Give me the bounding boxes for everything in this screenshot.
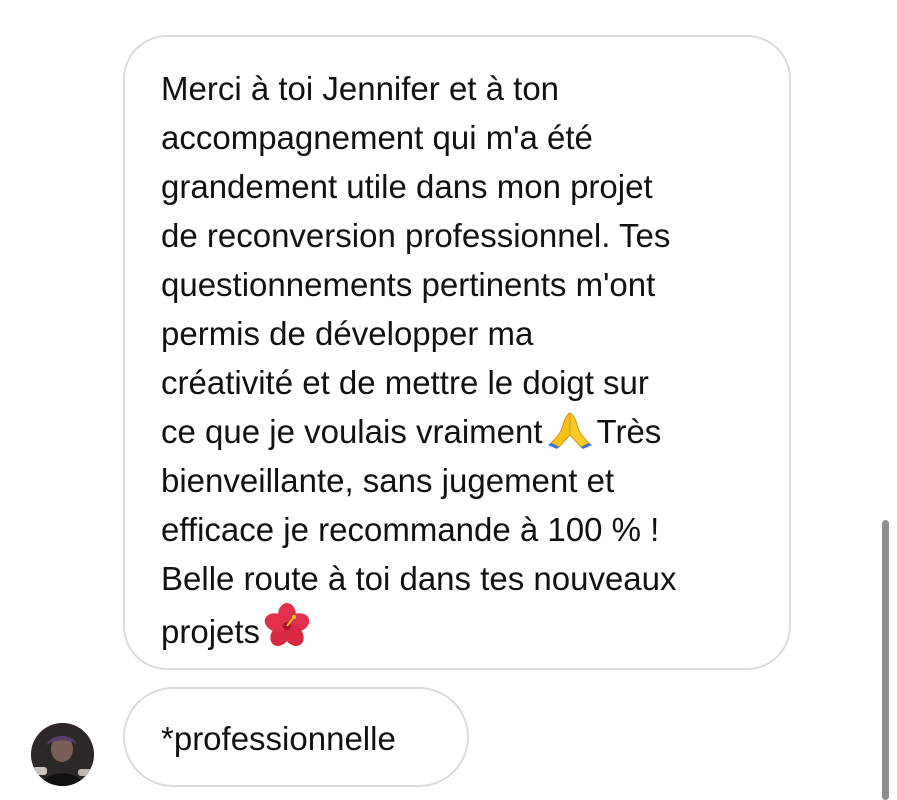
message-text: *professionnelle <box>161 720 396 757</box>
message-thread: Merci à toi Jennifer et à ton accompagne… <box>0 0 897 800</box>
avatar-icon <box>31 723 94 786</box>
message-text: Merci à toi Jennifer et à ton accompagne… <box>161 64 759 656</box>
hibiscus-icon <box>264 603 310 646</box>
folded-hands-icon <box>547 409 593 449</box>
message-bubble[interactable]: *professionnelle <box>123 687 469 787</box>
message-text-part-1: Merci à toi Jennifer et à ton accompagne… <box>161 70 671 450</box>
sender-avatar[interactable] <box>31 723 94 786</box>
scrollbar[interactable] <box>882 520 889 800</box>
message-bubble[interactable]: Merci à toi Jennifer et à ton accompagne… <box>123 35 791 670</box>
